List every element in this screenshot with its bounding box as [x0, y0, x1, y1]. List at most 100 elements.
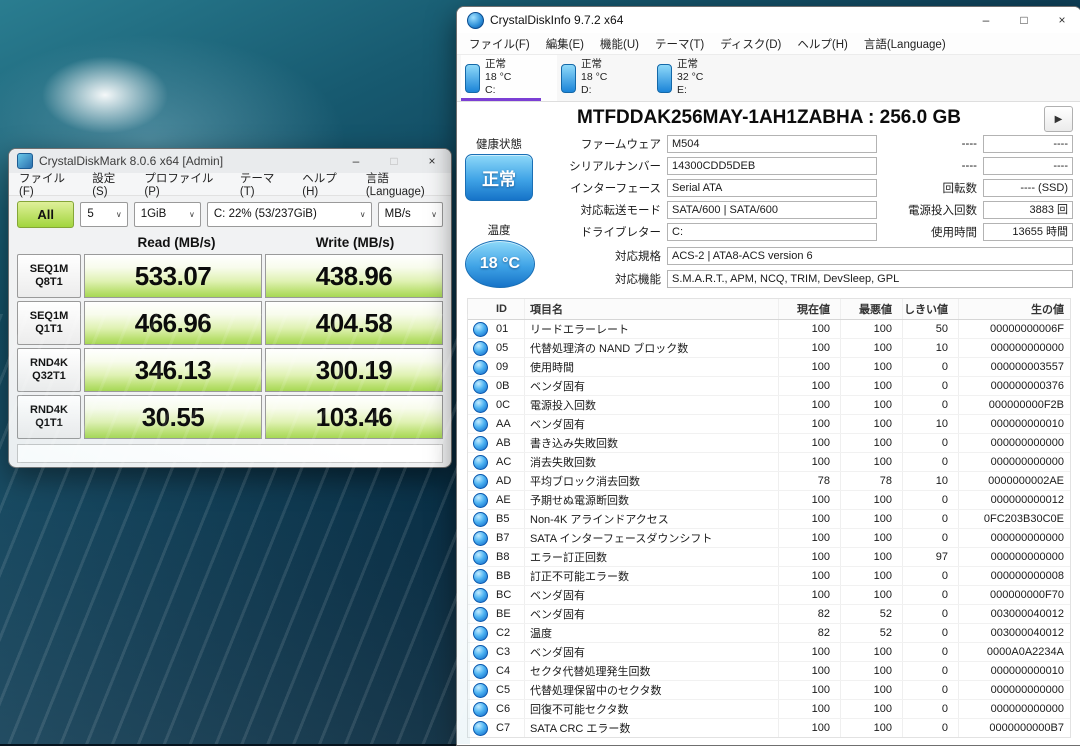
smart-row[interactable]: 0B ベンダ固有 100 100 0 000000000376 [468, 377, 1070, 396]
test-button-seq1m-q1t1[interactable]: SEQ1M Q1T1 [17, 301, 81, 345]
smart-id: BB [492, 570, 524, 582]
smart-id: C3 [492, 646, 524, 658]
smart-row[interactable]: B7 SATA インターフェースダウンシフト 100 100 0 0000000… [468, 529, 1070, 548]
cdm-menu-profile[interactable]: プロファイル(P) [136, 170, 232, 198]
smart-threshold-value: 0 [902, 491, 958, 509]
test-size-select[interactable]: 1GiB ∨ [134, 202, 201, 227]
cdm-menu-theme[interactable]: テーマ(T) [232, 170, 294, 198]
cdi-titlebar[interactable]: CrystalDiskInfo 9.7.2 x64 – □ × [457, 7, 1080, 33]
smart-row[interactable]: BB 訂正不可能エラー数 100 100 0 000000000008 [468, 567, 1070, 586]
field-label: 対応機能 [521, 271, 667, 287]
smart-current-value: 100 [778, 339, 840, 357]
unit-select[interactable]: MB/s ∨ [378, 202, 443, 227]
maximize-icon[interactable]: □ [1005, 7, 1043, 33]
smart-threshold-value: 10 [902, 415, 958, 433]
close-icon[interactable]: × [1043, 7, 1080, 33]
smart-threshold-value: 97 [902, 548, 958, 566]
power-on-count-value: 3883 回 [983, 201, 1073, 219]
smart-header-name: 項目名 [524, 299, 778, 319]
drive-tab-e[interactable]: 正常 32 °C E: [653, 55, 749, 101]
cdi-menu-disk[interactable]: ディスク(D) [712, 36, 789, 52]
disk-status-indicator-icon [657, 64, 672, 93]
smart-current-value: 100 [778, 548, 840, 566]
cdm-menu-settings[interactable]: 設定(S) [84, 170, 136, 198]
smart-row[interactable]: 0C 電源投入回数 100 100 0 000000000F2B [468, 396, 1070, 415]
smart-raw-value: 0000A0A2234A [958, 643, 1070, 661]
cdi-menu-help[interactable]: ヘルプ(H) [789, 36, 855, 52]
smart-worst-value: 52 [840, 605, 902, 623]
smart-row[interactable]: 05 代替処理済の NAND ブロック数 100 100 10 00000000… [468, 339, 1070, 358]
smart-row[interactable]: BE ベンダ固有 82 52 0 003000040012 [468, 605, 1070, 624]
smart-status-dot-icon [473, 322, 488, 337]
cdi-menu-language[interactable]: 言語(Language) [856, 36, 954, 52]
drive-tab-d[interactable]: 正常 18 °C D: [557, 55, 653, 101]
smart-row[interactable]: B5 Non-4K アラインドアクセス 100 100 0 0FC203B30C… [468, 510, 1070, 529]
smart-current-value: 100 [778, 510, 840, 528]
drive-tab-c[interactable]: 正常 18 °C C: [461, 55, 557, 101]
desktop-wallpaper: CrystalDiskMark 8.0.6 x64 [Admin] – □ × … [0, 0, 1080, 744]
smart-raw-value: 000000000000 [958, 700, 1070, 718]
run-all-button[interactable]: All [17, 201, 74, 228]
minimize-icon[interactable]: – [967, 7, 1005, 33]
smart-row[interactable]: C7 SATA CRC エラー数 100 100 0 0000000000B7 [468, 719, 1070, 737]
smart-row[interactable]: 09 使用時間 100 100 0 000000003557 [468, 358, 1070, 377]
smart-attribute-name: 回復不可能セクタ数 [524, 700, 778, 718]
smart-row[interactable]: C6 回復不可能セクタ数 100 100 0 000000000000 [468, 700, 1070, 719]
cdm-menu-language[interactable]: 言語(Language) [358, 170, 451, 198]
smart-raw-value: 0FC203B30C0E [958, 510, 1070, 528]
cdi-menu-edit[interactable]: 編集(E) [538, 36, 592, 52]
smart-threshold-value: 0 [902, 605, 958, 623]
cdm-toolbar: All 5 ∨ 1GiB ∨ C: 22% (53/237GiB) ∨ MB/s… [9, 196, 451, 232]
smart-row[interactable]: BC ベンダ固有 100 100 0 000000000F70 [468, 586, 1070, 605]
cdm-menu-file[interactable]: ファイル(F) [11, 170, 84, 198]
smart-status-dot-icon [473, 702, 488, 717]
smart-row[interactable]: B8 エラー訂正回数 100 100 97 000000000000 [468, 548, 1070, 567]
smart-row[interactable]: AC 消去失敗回数 100 100 0 000000000000 [468, 453, 1070, 472]
smart-attribute-name: SATA インターフェースダウンシフト [524, 529, 778, 547]
smart-attribute-name: 使用時間 [524, 358, 778, 376]
smart-row[interactable]: AB 書き込み失敗回数 100 100 0 000000000000 [468, 434, 1070, 453]
smart-status-dot-icon [473, 493, 488, 508]
smart-row[interactable]: AE 予期せぬ電源断回数 100 100 0 000000000012 [468, 491, 1070, 510]
drive-letter: E: [677, 84, 703, 97]
smart-threshold-value: 0 [902, 624, 958, 642]
smart-attribute-name: 書き込み失敗回数 [524, 434, 778, 452]
smart-worst-value: 100 [840, 700, 902, 718]
smart-threshold-value: 0 [902, 377, 958, 395]
smart-row[interactable]: C3 ベンダ固有 100 100 0 0000A0A2234A [468, 643, 1070, 662]
cdi-menu-function[interactable]: 機能(U) [592, 36, 647, 52]
next-drive-button[interactable]: ▶ [1044, 106, 1073, 132]
test-button-seq1m-q8t1[interactable]: SEQ1M Q8T1 [17, 254, 81, 298]
smart-row[interactable]: 01 リードエラーレート 100 100 50 00000000006F [468, 320, 1070, 339]
smart-status-dot-icon [473, 607, 488, 622]
test-button-rnd4k-q1t1[interactable]: RND4K Q1T1 [17, 395, 81, 439]
drive-status: 正常 [581, 58, 607, 71]
crystaldiskmark-window: CrystalDiskMark 8.0.6 x64 [Admin] – □ × … [8, 148, 452, 468]
smart-id: C6 [492, 703, 524, 715]
smart-row[interactable]: C5 代替処理保留中のセクタ数 100 100 0 000000000000 [468, 681, 1070, 700]
smart-row[interactable]: AD 平均ブロック消去回数 78 78 10 0000000002AE [468, 472, 1070, 491]
features-value: S.M.A.R.T., APM, NCQ, TRIM, DevSleep, GP… [667, 270, 1073, 288]
smart-id: B5 [492, 513, 524, 525]
smart-row[interactable]: C2 温度 82 52 0 003000040012 [468, 624, 1070, 643]
smart-worst-value: 100 [840, 491, 902, 509]
cdi-menu-theme[interactable]: テーマ(T) [647, 36, 712, 52]
cdi-menu-file[interactable]: ファイル(F) [461, 36, 538, 52]
smart-row[interactable]: AA ベンダ固有 100 100 10 000000000010 [468, 415, 1070, 434]
smart-threshold-value: 0 [902, 453, 958, 471]
test-count-select[interactable]: 5 ∨ [80, 202, 127, 227]
test-button-rnd4k-q32t1[interactable]: RND4K Q32T1 [17, 348, 81, 392]
smart-raw-value: 000000000012 [958, 491, 1070, 509]
smart-current-value: 82 [778, 605, 840, 623]
smart-status-dot-icon [473, 645, 488, 660]
smart-status-dot-icon [473, 550, 488, 565]
write-result: 438.96 [265, 254, 443, 298]
target-drive-select[interactable]: C: 22% (53/237GiB) ∨ [207, 202, 372, 227]
smart-status-dot-icon [473, 721, 488, 736]
unknown-value: ---- [983, 135, 1073, 153]
smart-id: AB [492, 437, 524, 449]
smart-row[interactable]: C4 セクタ代替処理発生回数 100 100 0 000000000010 [468, 662, 1070, 681]
smart-raw-value: 0000000002AE [958, 472, 1070, 490]
cdm-menu-help[interactable]: ヘルプ(H) [294, 170, 358, 198]
smart-current-value: 100 [778, 396, 840, 414]
